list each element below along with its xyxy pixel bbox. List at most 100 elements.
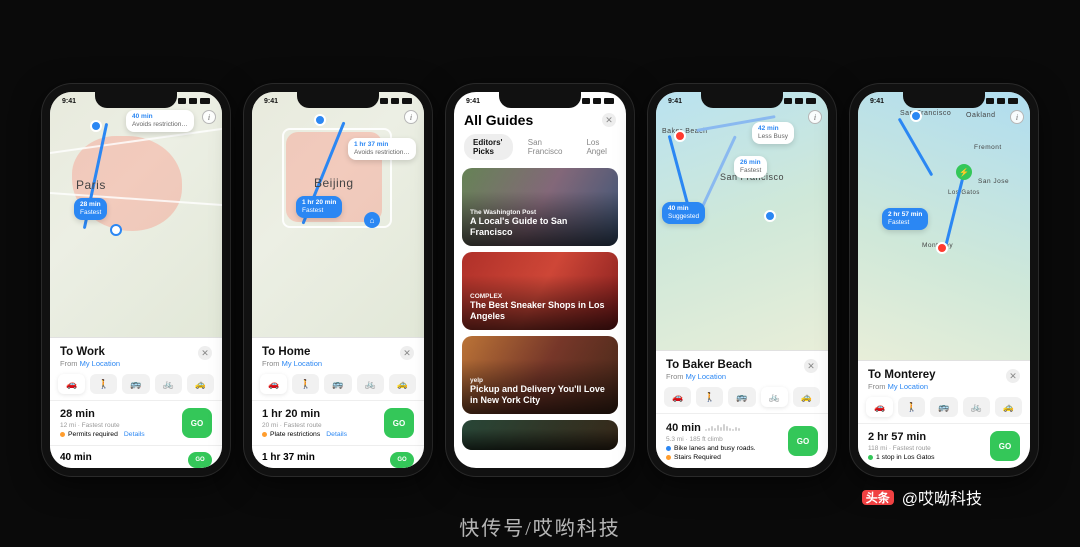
charge-stop-icon[interactable]: ⚡	[956, 164, 972, 180]
mode-transit[interactable]: 🚌	[122, 374, 149, 394]
mode-walk[interactable]: 🚶	[90, 374, 117, 394]
guides-list[interactable]: The Washington Post A Local's Guide to S…	[454, 168, 626, 468]
destination-pin[interactable]	[936, 242, 948, 254]
mode-rideshare[interactable]: 🚕	[995, 397, 1022, 417]
directions-sheet[interactable]: To Home From My Location ✕ 🚗 🚶 🚌 🚲 🚕 1 h…	[252, 337, 424, 468]
route-option-collapsed[interactable]: 40 min GO	[50, 445, 222, 468]
origin-pin[interactable]	[90, 120, 102, 132]
guide-card[interactable]: COMPLEX The Best Sneaker Shops in Los An…	[462, 252, 618, 330]
map-info-button[interactable]: i	[808, 110, 822, 124]
route-callout-fastest[interactable]: 1 hr 20 min Fastest	[296, 196, 342, 218]
tab-editors-picks[interactable]: Editors' Picks	[464, 134, 513, 160]
warning-dot-icon	[666, 455, 671, 460]
map-info-button[interactable]: i	[404, 110, 418, 124]
route-callout-alt[interactable]: 1 hr 37 min Avoids restriction…	[348, 138, 416, 160]
mode-transit[interactable]: 🚌	[324, 374, 351, 394]
tab-los-angeles[interactable]: Los Angel	[577, 134, 616, 160]
transport-mode-picker: 🚗 🚶 🚌 🚲 🚕	[858, 397, 1030, 423]
mode-walk[interactable]: 🚶	[292, 374, 319, 394]
route-segment1	[898, 118, 934, 177]
destination-pin[interactable]	[110, 224, 122, 236]
route-option[interactable]: 40 min 5.3 mi · 185 ft climb Bike lanes …	[656, 413, 828, 468]
mode-transit[interactable]: 🚌	[930, 397, 957, 417]
route-callout-alt[interactable]: 40 min Avoids restriction…	[126, 110, 194, 132]
device-beijing: 9:41 Beijing ⌂ i 1 hr 37 min Avoids rest…	[244, 84, 432, 476]
screen: 9:41 All Guides ✕ Editors' Picks San Fra…	[454, 92, 626, 468]
go-button[interactable]: GO	[182, 408, 212, 438]
route-callout-fastest[interactable]: 28 min Fastest	[74, 198, 107, 220]
go-button[interactable]: GO	[990, 431, 1020, 461]
mode-rideshare[interactable]: 🚕	[187, 374, 214, 394]
route-option[interactable]: 28 min 12 mi · Fastest route Permits req…	[50, 400, 222, 445]
go-button[interactable]: GO	[390, 452, 414, 468]
map-label-losgatos: Los Gatos	[948, 190, 980, 196]
mode-rideshare[interactable]: 🚕	[389, 374, 416, 394]
guide-card[interactable]	[462, 420, 618, 450]
origin-pin[interactable]	[764, 210, 776, 222]
warning-dot-icon	[60, 432, 65, 437]
close-button[interactable]: ✕	[602, 113, 616, 127]
map-label-sanjose: San Jose	[978, 178, 1009, 185]
mode-walk[interactable]: 🚶	[898, 397, 925, 417]
map-sf[interactable]: Baker Beach San Francisco i 42 min Less …	[656, 92, 828, 350]
guide-source: yelp	[470, 377, 610, 384]
screen: 9:41 Baker Beach San Francisco i 42 min …	[656, 92, 828, 468]
mode-walk[interactable]: 🚶	[696, 387, 723, 407]
directions-sheet[interactable]: To Monterey From My Location ✕ 🚗 🚶 🚌 🚲 🚕…	[858, 360, 1030, 468]
directions-sheet[interactable]: To Work From My Location ✕ 🚗 🚶 🚌 🚲 🚕 28 …	[50, 337, 222, 468]
mode-car[interactable]: 🚗	[866, 397, 893, 417]
watermark-toutiao: 头条 @哎呦科技	[862, 485, 982, 509]
route-option-collapsed[interactable]: 1 hr 37 min GO	[252, 445, 424, 468]
close-button[interactable]: ✕	[400, 346, 414, 360]
home-pin-icon[interactable]: ⌂	[364, 212, 380, 228]
mode-cycle[interactable]: 🚲	[963, 397, 990, 417]
details-link[interactable]: Details	[326, 431, 347, 438]
route-note: Plate restrictionsDetails	[262, 431, 347, 438]
go-button[interactable]: GO	[788, 426, 818, 456]
mode-cycle[interactable]: 🚲	[761, 387, 788, 407]
device-paris: 9:41 Paris i 40 min Avoids restriction… …	[42, 84, 230, 476]
close-button[interactable]: ✕	[1006, 369, 1020, 383]
wifi-icon	[997, 98, 1005, 104]
mode-car[interactable]: 🚗	[664, 387, 691, 407]
go-button[interactable]: GO	[384, 408, 414, 438]
battery-icon	[200, 98, 210, 104]
mode-car[interactable]: 🚗	[260, 374, 287, 394]
route-segment2	[945, 169, 967, 245]
route-option[interactable]: 2 hr 57 min 118 mi · Fastest route 1 sto…	[858, 423, 1030, 468]
mode-rideshare[interactable]: 🚕	[793, 387, 820, 407]
from-label: From My Location	[868, 382, 936, 391]
wifi-icon	[593, 98, 601, 104]
guide-source: COMPLEX	[470, 293, 610, 300]
route-callout-less-busy[interactable]: 42 min Less Busy	[752, 122, 794, 144]
route-callout-fastest[interactable]: 2 hr 57 min Fastest	[882, 208, 928, 230]
destination-pin[interactable]	[674, 130, 686, 142]
signal-icon	[178, 98, 186, 104]
route-option[interactable]: 1 hr 20 min 20 mi · Fastest route Plate …	[252, 400, 424, 445]
notch	[701, 92, 783, 108]
map-paris[interactable]: Paris i 40 min Avoids restriction… 28 mi…	[50, 92, 222, 337]
route-callout-fastest[interactable]: 26 min Fastest	[734, 156, 767, 178]
close-button[interactable]: ✕	[804, 359, 818, 373]
map-info-button[interactable]: i	[1010, 110, 1024, 124]
transport-mode-picker: 🚗 🚶 🚌 🚲 🚕	[252, 374, 424, 400]
directions-sheet[interactable]: To Baker Beach From My Location ✕ 🚗 🚶 🚌 …	[656, 350, 828, 468]
destination-title: To Home	[262, 346, 322, 358]
guide-card[interactable]: The Washington Post A Local's Guide to S…	[462, 168, 618, 246]
guide-card[interactable]: yelp Pickup and Delivery You'll Love in …	[462, 336, 618, 414]
map-bay-area[interactable]: San Francisco Oakland Fremont San Jose L…	[858, 92, 1030, 360]
tab-san-francisco[interactable]: San Francisco	[519, 134, 572, 160]
mode-cycle[interactable]: 🚲	[357, 374, 384, 394]
origin-pin[interactable]	[910, 110, 922, 122]
details-link[interactable]: Details	[124, 431, 145, 438]
map-info-button[interactable]: i	[202, 110, 216, 124]
route-callout-suggested[interactable]: 40 min Suggested	[662, 202, 705, 224]
mode-transit[interactable]: 🚌	[728, 387, 755, 407]
close-button[interactable]: ✕	[198, 346, 212, 360]
mode-car[interactable]: 🚗	[58, 374, 85, 394]
map-beijing[interactable]: Beijing ⌂ i 1 hr 37 min Avoids restricti…	[252, 92, 424, 337]
go-button[interactable]: GO	[188, 452, 212, 468]
mode-cycle[interactable]: 🚲	[155, 374, 182, 394]
origin-pin[interactable]	[314, 114, 326, 126]
map-label-fremont: Fremont	[974, 144, 1002, 151]
